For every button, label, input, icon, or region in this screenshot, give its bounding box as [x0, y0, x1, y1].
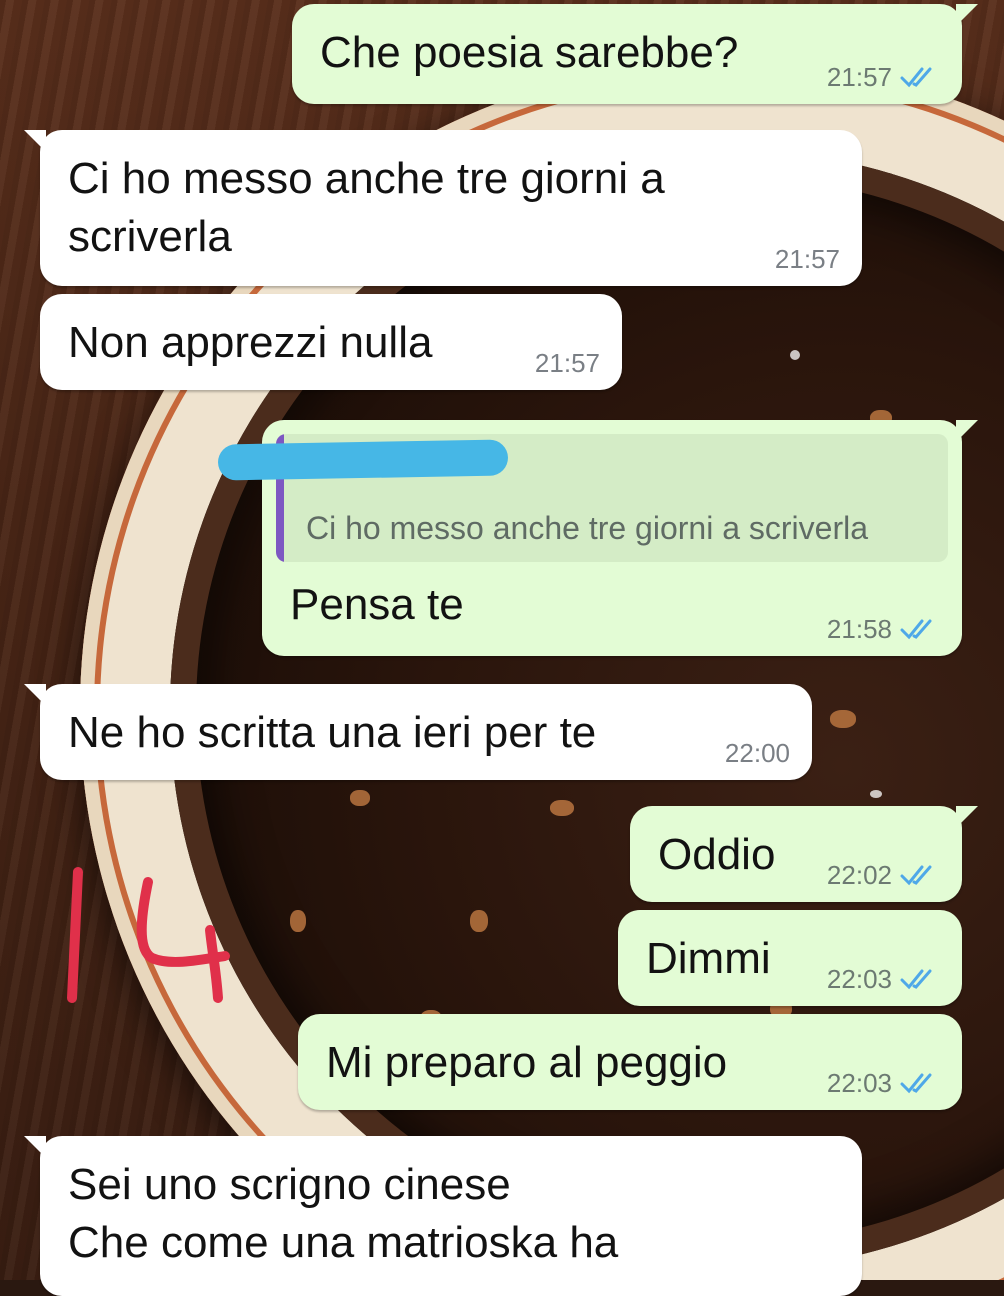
message-bubble-incoming[interactable]: Ne ho scritta una ieri per te 22:00 [24, 684, 812, 780]
message-text: Sei uno scrigno cinese Che come una matr… [68, 1160, 619, 1267]
message-bubble-outgoing[interactable]: Mi preparo al peggio 22:03 [298, 1014, 962, 1110]
message-text: Pensa te [290, 580, 464, 629]
message-time: 22:03 [826, 964, 892, 994]
message-bubble-outgoing[interactable]: Che poesia sarebbe? 21:57 [292, 4, 978, 104]
message-meta: 22:02 [827, 860, 940, 890]
read-double-check-icon [900, 1073, 932, 1094]
message-meta: 21:57 [775, 244, 840, 274]
message-time: 21:57 [534, 348, 600, 378]
message-time: 22:02 [826, 860, 892, 890]
message-text: Dimmi [646, 934, 771, 983]
message-time: 21:58 [826, 614, 892, 644]
message-text: Ci ho messo anche tre giorni a scriverla [68, 154, 665, 261]
message-text: Non apprezzi nulla [68, 318, 433, 367]
message-bubble-incoming[interactable]: Non apprezzi nulla 21:57 [40, 294, 622, 390]
message-bubble-outgoing[interactable]: Oddio 22:02 [630, 806, 978, 902]
message-text: Oddio [658, 830, 776, 879]
message-meta: 22:03 [827, 964, 940, 994]
message-meta: 21:57 [827, 62, 940, 92]
message-text: Mi preparo al peggio [326, 1038, 728, 1087]
read-double-check-icon [900, 865, 932, 886]
message-time: 22:03 [826, 1068, 892, 1098]
read-double-check-icon [900, 67, 932, 88]
message-bubble-incoming[interactable]: Ci ho messo anche tre giorni a scriverla… [24, 130, 862, 286]
message-meta: 22:03 [827, 1068, 940, 1098]
message-text: Ne ho scritta una ieri per te [68, 708, 597, 757]
message-list[interactable]: Che poesia sarebbe? 21:57 Ci ho messo an… [0, 0, 1004, 1296]
message-time: 21:57 [826, 62, 892, 92]
message-meta: 21:57 [535, 348, 600, 378]
message-bubble-outgoing-reply[interactable]: Ci ho messo anche tre giorni a scriverla… [217, 420, 978, 656]
message-time: 22:00 [724, 738, 790, 768]
message-text: Che poesia sarebbe? [320, 28, 739, 77]
message-bubble-incoming[interactable]: Sei uno scrigno cinese Che come una matr… [24, 1136, 862, 1296]
message-bubble-outgoing[interactable]: Dimmi 22:03 [618, 910, 962, 1006]
read-double-check-icon [900, 619, 932, 640]
quoted-message-text: Ci ho messo anche tre giorni a scriverla [306, 510, 869, 546]
message-time: 21:57 [774, 244, 840, 274]
redacted-quote-author [217, 439, 509, 481]
message-meta: 21:58 [827, 614, 940, 644]
read-double-check-icon [900, 969, 932, 990]
message-meta: 22:00 [725, 738, 790, 768]
